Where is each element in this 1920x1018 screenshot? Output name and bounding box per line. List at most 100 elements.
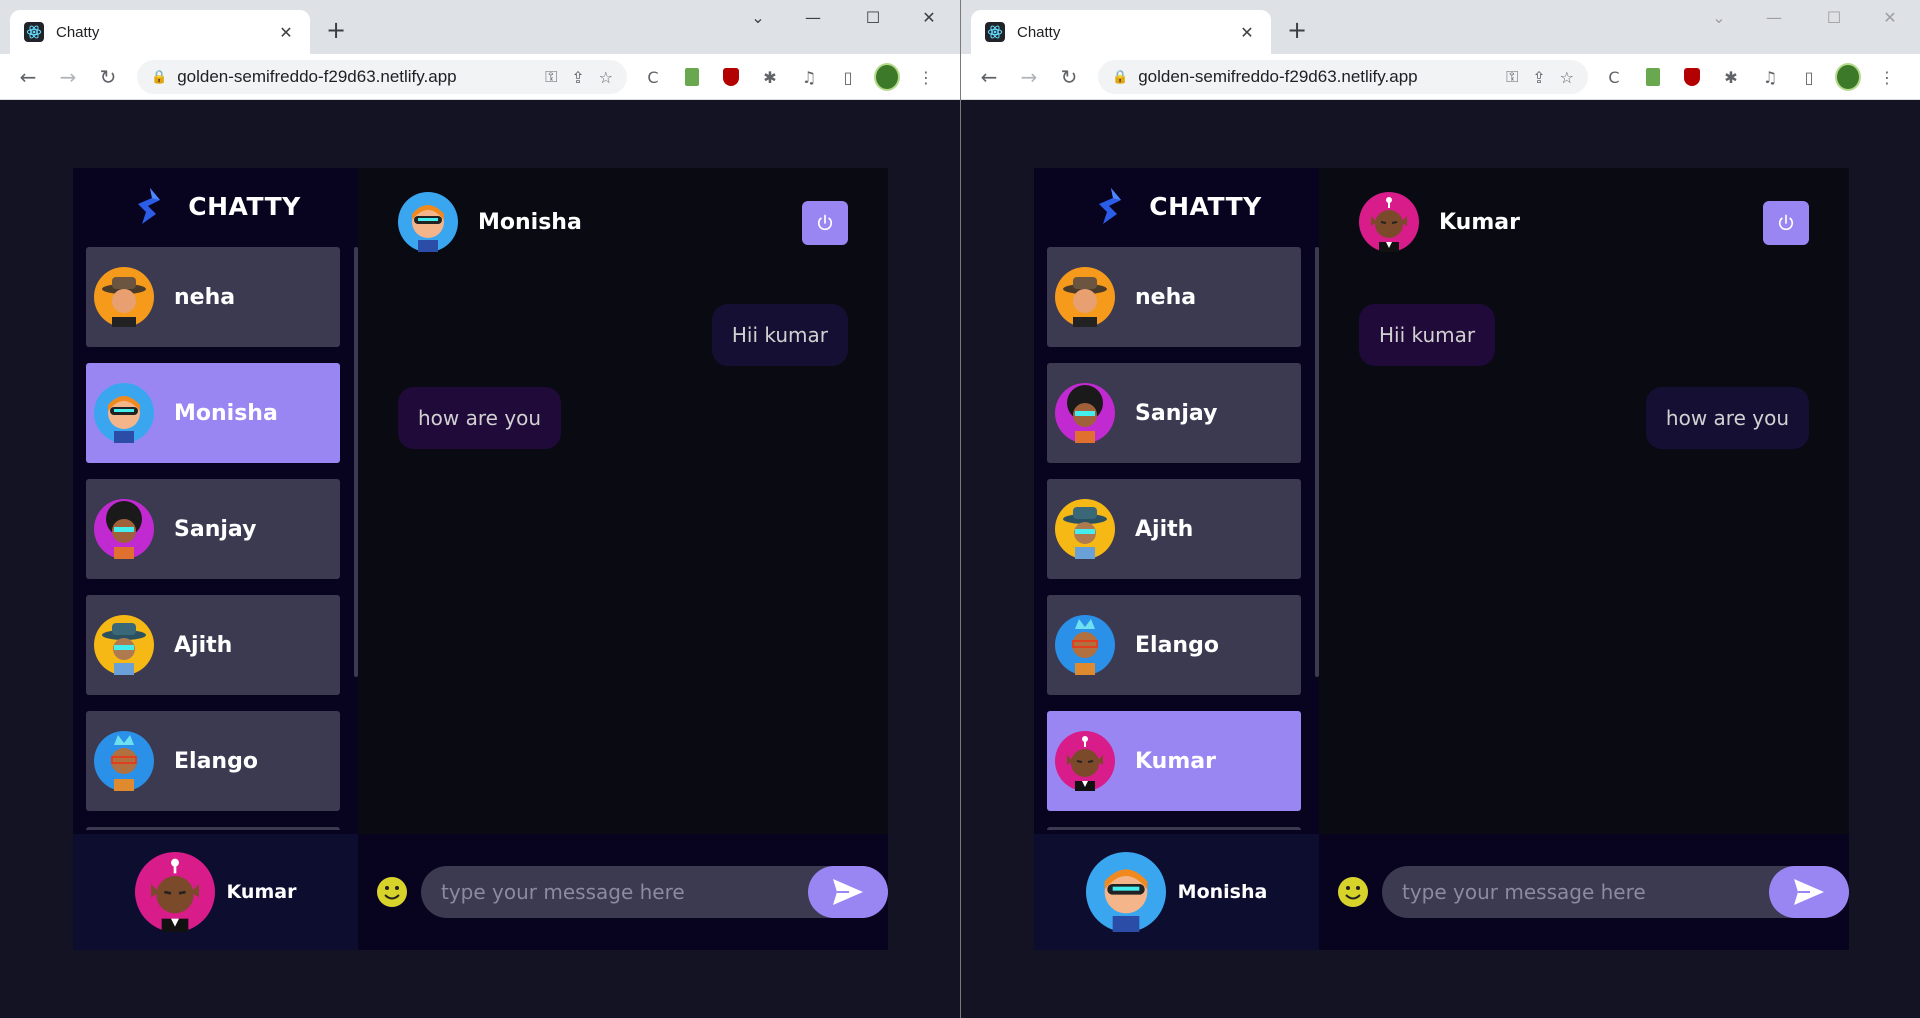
logout-button[interactable] [1763,201,1809,245]
minimize-button[interactable]: — [1751,8,1797,27]
browser-tab[interactable]: Chatty ✕ [10,10,310,54]
menu-icon[interactable]: ⋮ [913,64,939,90]
extension-c-icon[interactable]: C [640,64,666,90]
key-icon[interactable]: ⚿ [545,67,557,87]
avatar [1055,383,1115,443]
chat-panel: Monisha Hii kumar how are you [358,168,888,950]
browser-toolbar: ← → ↻ 🔒 golden-semifreddo-f29d63.netlify… [961,54,1920,100]
contact-item-selected[interactable]: Monisha [86,363,340,463]
ublock-icon[interactable] [718,64,744,90]
menu-icon[interactable]: ⋮ [1874,64,1900,90]
extension-green-icon[interactable] [679,64,705,90]
send-button[interactable] [808,866,888,918]
contact-item[interactable]: Elango [86,711,340,811]
avatar [1055,267,1115,327]
contact-item[interactable]: Ajith [86,595,340,695]
reload-icon[interactable]: ↻ [88,65,128,89]
address-bar[interactable]: 🔒 golden-semifreddo-f29d63.netlify.app ⚿… [1098,60,1588,94]
key-icon[interactable]: ⚿ [1506,67,1518,87]
minimize-button[interactable]: — [790,8,836,27]
contact-item-selected[interactable]: Kumar [1047,711,1301,811]
send-button[interactable] [1769,866,1849,918]
extensions-icon[interactable]: ✱ [1718,64,1744,90]
contact-item[interactable]: Ajith [1047,479,1301,579]
message-bubble: how are you [1645,387,1809,449]
message-bubble: Hii kumar [1359,304,1496,366]
url-text: golden-semifreddo-f29d63.netlify.app [1138,67,1418,86]
new-tab-button[interactable]: + [1287,16,1307,44]
new-tab-button[interactable]: + [326,16,346,44]
close-window-button[interactable]: ✕ [906,8,952,27]
browser-tab[interactable]: Chatty ✕ [971,10,1271,54]
contact-item[interactable]: neha [1047,247,1301,347]
tab-search-icon[interactable]: ⌄ [1696,8,1742,27]
sidepanel-icon[interactable]: ▯ [835,64,861,90]
reload-icon[interactable]: ↻ [1049,65,1089,89]
brand: CHATTY [73,168,358,244]
extensions-icon[interactable]: ✱ [757,64,783,90]
desktop: Chatty ✕ + ⌄ — ☐ ✕ ← → ↻ 🔒 golden-semifr… [0,0,1920,1018]
share-icon[interactable]: ⇪ [1532,68,1545,87]
extension-green-icon[interactable] [1640,64,1666,90]
contact-item-partial[interactable] [1047,827,1301,830]
emoji-icon[interactable] [1336,875,1370,909]
contact-name: Kumar [1135,748,1216,774]
message-list: Hii kumar how are you [1359,304,1809,470]
share-icon[interactable]: ⇪ [571,68,584,87]
address-bar[interactable]: 🔒 golden-semifreddo-f29d63.netlify.app ⚿… [137,60,627,94]
maximize-button[interactable]: ☐ [850,8,896,27]
forward-icon[interactable]: → [48,65,88,89]
contact-item[interactable]: Elango [1047,595,1301,695]
contact-item[interactable]: Sanjay [1047,363,1301,463]
message-received: Hii kumar [1359,304,1809,366]
tab-search-icon[interactable]: ⌄ [735,8,781,27]
chat-app: CHATTY neha Monisha Sanjay Ajith Elango … [73,168,888,950]
profile-avatar[interactable] [1835,63,1861,91]
power-icon [817,214,833,231]
avatar [134,852,215,932]
sidepanel-icon[interactable]: ▯ [1796,64,1822,90]
url-text: golden-semifreddo-f29d63.netlify.app [177,67,457,86]
avatar [1359,192,1419,252]
chat-header: Kumar [1319,168,1849,276]
current-user: Monisha [1034,834,1319,950]
ublock-icon[interactable] [1679,64,1705,90]
close-window-button[interactable]: ✕ [1867,8,1913,27]
extension-c-icon[interactable]: C [1601,64,1627,90]
message-input[interactable] [441,866,781,918]
chat-app: CHATTY neha Sanjay Ajith Elango Kumar Mo… [1034,168,1849,950]
send-icon [833,879,863,905]
star-icon[interactable]: ☆ [599,68,613,87]
maximize-button[interactable]: ☐ [1811,8,1857,27]
avatar [1085,852,1166,932]
chat-contact-name: Kumar [1439,209,1520,235]
tab-strip: Chatty ✕ + ⌄ — ☐ ✕ [961,0,1920,54]
back-icon[interactable]: ← [8,65,48,89]
contact-item[interactable]: neha [86,247,340,347]
logout-button[interactable] [802,201,848,245]
contacts-sidebar: CHATTY neha Monisha Sanjay Ajith Elango … [73,168,358,950]
contact-item[interactable]: Sanjay [86,479,340,579]
emoji-icon[interactable] [375,875,409,909]
chat-header: Monisha [358,168,888,276]
message-received: how are you [398,387,848,449]
forward-icon[interactable]: → [1009,65,1049,89]
avatar [94,731,154,791]
profile-avatar[interactable] [874,63,900,91]
contact-name: Sanjay [174,516,257,542]
media-icon[interactable]: ♫ [1757,64,1783,90]
close-tab-icon[interactable]: ✕ [276,23,296,42]
contact-item-partial[interactable] [86,827,340,830]
send-icon [1794,879,1824,905]
browser-window-left: Chatty ✕ + ⌄ — ☐ ✕ ← → ↻ 🔒 golden-semifr… [0,0,960,1018]
brand-name: CHATTY [1149,191,1262,221]
lock-icon[interactable]: 🔒 [151,70,167,85]
star-icon[interactable]: ☆ [1560,68,1574,87]
lock-icon[interactable]: 🔒 [1112,70,1128,85]
message-input[interactable] [1402,866,1742,918]
extensions-area: C ✱ ♫ ▯ ⋮ [640,63,952,91]
close-tab-icon[interactable]: ✕ [1237,23,1257,42]
media-icon[interactable]: ♫ [796,64,822,90]
back-icon[interactable]: ← [969,65,1009,89]
message-input-wrapper [421,866,888,918]
